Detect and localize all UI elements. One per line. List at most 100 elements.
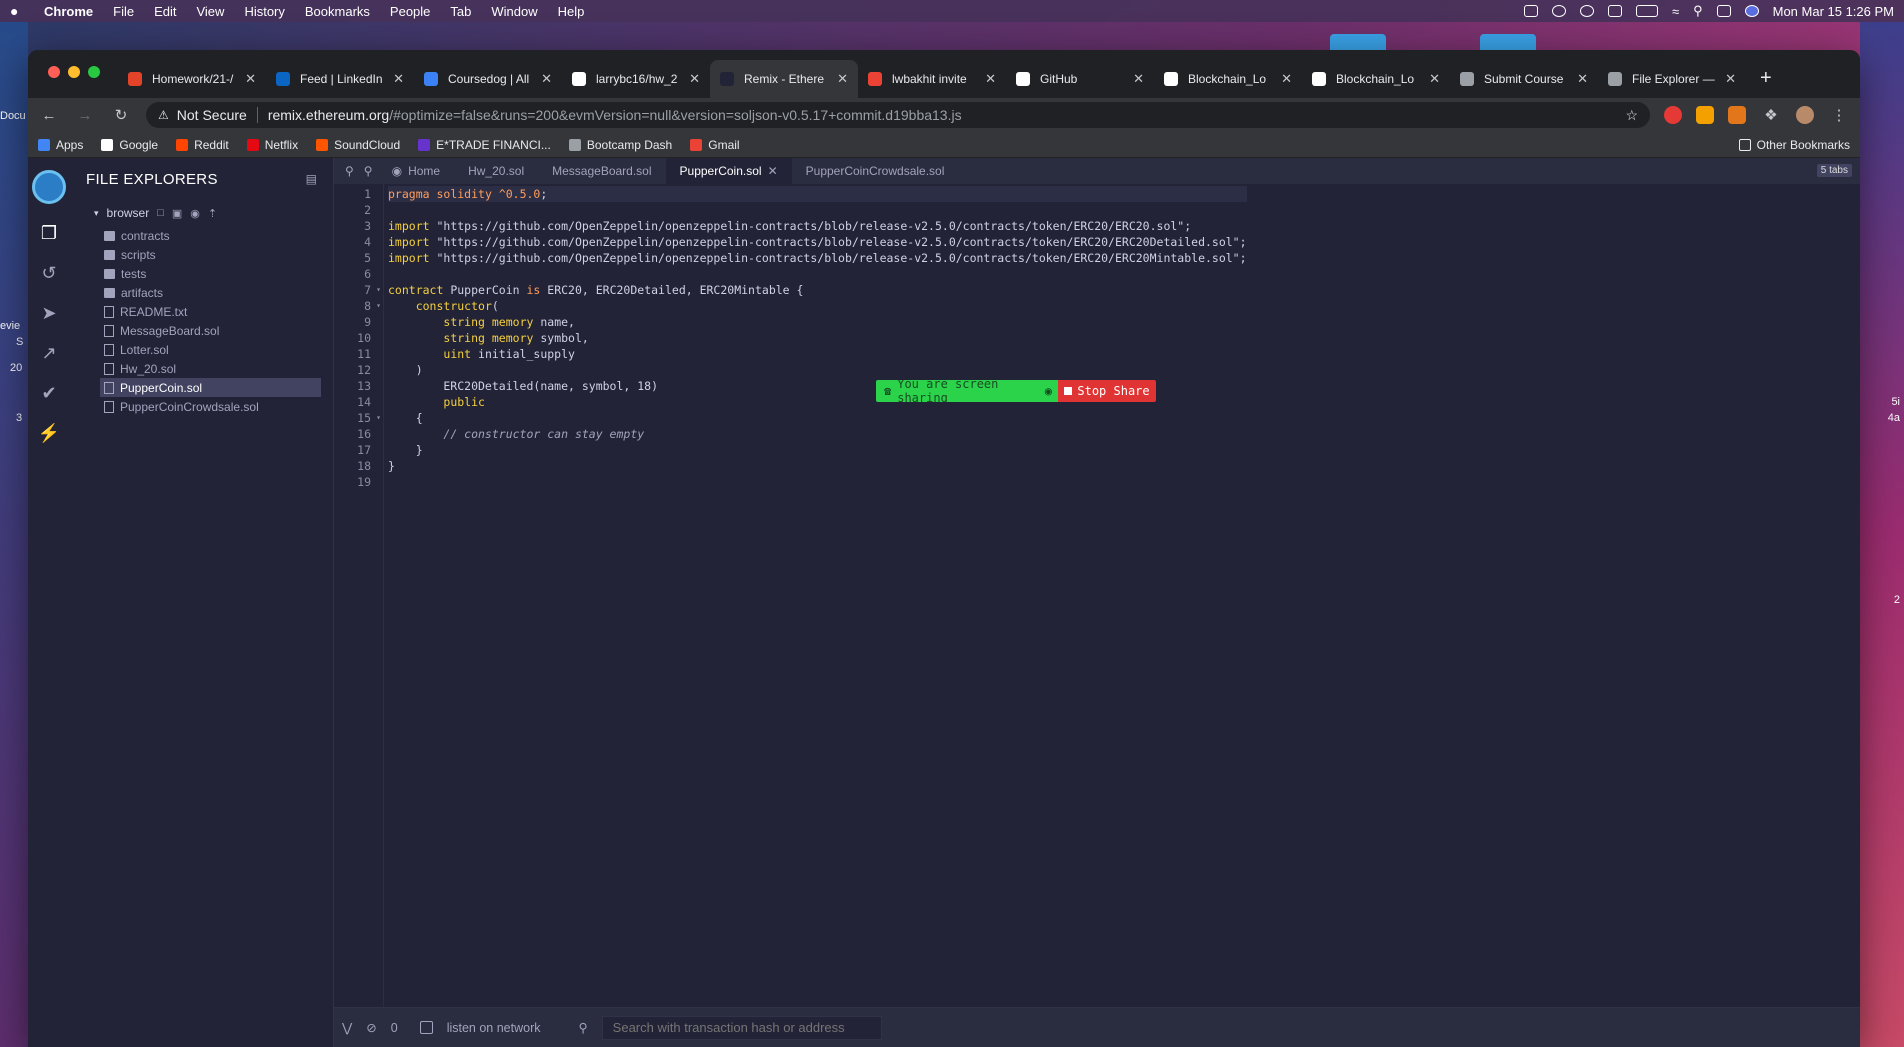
menu-tab[interactable]: Tab <box>450 4 471 19</box>
menu-file[interactable]: File <box>113 4 134 19</box>
kebab-menu-icon[interactable]: ⋮ <box>1828 106 1850 124</box>
code-line[interactable]: import "https://github.com/OpenZeppelin/… <box>388 250 1247 266</box>
code-line[interactable]: string memory symbol, <box>388 330 1247 346</box>
editor-tab[interactable]: PupperCoinCrowdsale.sol <box>792 158 959 184</box>
code-line[interactable]: string memory name, <box>388 314 1247 330</box>
code-line[interactable]: constructor( <box>388 298 1247 314</box>
code-lines[interactable]: pragma solidity ^0.5.0; import "https://… <box>384 184 1247 1007</box>
editor-tab[interactable]: Hw_20.sol <box>454 158 538 184</box>
menu-help[interactable]: Help <box>558 4 585 19</box>
bookmark-item[interactable]: Apps <box>38 138 83 152</box>
listen-network-checkbox[interactable] <box>419 1021 433 1034</box>
code-line[interactable]: // constructor can stay empty <box>388 426 1247 442</box>
close-tab-icon[interactable]: ✕ <box>768 164 778 178</box>
code-line[interactable]: } <box>388 458 1247 474</box>
close-tab-icon[interactable]: ✕ <box>837 71 848 87</box>
bookmark-item[interactable]: Google <box>101 138 158 152</box>
browser-tab[interactable]: larrybc16/hw_2 ✕ <box>562 60 710 98</box>
browser-tab[interactable]: Submit Course ✕ <box>1450 60 1598 98</box>
collapse-terminal-icon[interactable]: ⋁ <box>342 1020 352 1035</box>
new-file-icon[interactable]: □ <box>157 207 164 219</box>
bookmark-item[interactable]: Bootcamp Dash <box>568 138 672 152</box>
solidity-compiler-icon[interactable]: ↺ <box>38 262 60 284</box>
minimize-window-button[interactable] <box>68 66 80 78</box>
folder-item[interactable]: scripts <box>70 245 333 264</box>
browser-tab[interactable]: Blockchain_Lo ✕ <box>1302 60 1450 98</box>
address-bar[interactable]: ⚠ Not Secure remix.ethereum.org/#optimiz… <box>146 102 1650 128</box>
code-line[interactable]: ) <box>388 362 1247 378</box>
file-item[interactable]: Lotter.sol <box>70 340 333 359</box>
bookmark-item[interactable]: Gmail <box>690 138 740 152</box>
control-center-icon[interactable] <box>1716 5 1731 17</box>
close-tab-icon[interactable]: ✕ <box>1725 71 1736 87</box>
reload-icon[interactable]: ↻ <box>110 106 132 124</box>
code-line[interactable]: pragma solidity ^0.5.0; <box>388 186 1247 202</box>
browser-tab[interactable]: Homework/21-/ ✕ <box>118 60 266 98</box>
file-explorer-icon[interactable]: ❐ <box>38 222 60 244</box>
play-icon[interactable] <box>1579 5 1594 17</box>
close-tab-icon[interactable]: ✕ <box>689 71 700 87</box>
profile-avatar[interactable] <box>1796 106 1814 124</box>
display-icon[interactable] <box>1607 5 1622 17</box>
close-tab-icon[interactable]: ✕ <box>1429 71 1440 87</box>
menu-bookmarks[interactable]: Bookmarks <box>305 4 370 19</box>
new-folder-icon[interactable]: ▣ <box>172 207 182 220</box>
close-tab-icon[interactable]: ✕ <box>393 71 404 87</box>
zoom-out-icon[interactable]: ⚲ <box>340 164 359 178</box>
menu-view[interactable]: View <box>196 4 224 19</box>
zoom-in-icon[interactable]: ⚲ <box>359 164 378 178</box>
github-gist-icon[interactable]: ◉ <box>190 207 200 220</box>
url-host[interactable]: remix.ethereum.org <box>268 107 389 123</box>
folder-item[interactable]: tests <box>70 264 333 283</box>
close-tab-icon[interactable]: ✕ <box>245 71 256 87</box>
bookmark-item[interactable]: Reddit <box>176 138 229 152</box>
code-line[interactable]: import "https://github.com/OpenZeppelin/… <box>388 234 1247 250</box>
extension-icon[interactable] <box>1664 106 1682 124</box>
bookmark-item[interactable]: SoundCloud <box>316 138 400 152</box>
deploy-run-icon[interactable]: ➤ <box>38 302 60 324</box>
caret-down-icon[interactable]: ▾ <box>94 208 99 219</box>
browser-tab[interactable]: Coursedog | All ✕ <box>414 60 562 98</box>
battery-icon[interactable] <box>1635 5 1658 17</box>
spotlight-search-icon[interactable]: ⚲ <box>1693 3 1703 19</box>
remix-logo-icon[interactable] <box>32 170 66 204</box>
stop-share-button[interactable]: Stop Share <box>1058 380 1156 402</box>
back-arrow-icon[interactable]: ← <box>38 107 60 124</box>
code-line[interactable] <box>388 474 1247 490</box>
screen-sharing-status[interactable]: ☎ You are screen sharing ◉ <box>876 380 1058 402</box>
editor-tab[interactable]: ◉ Home <box>378 158 455 184</box>
file-item[interactable]: Hw_20.sol <box>70 359 333 378</box>
file-item[interactable]: MessageBoard.sol <box>70 321 333 340</box>
code-line[interactable]: import "https://github.com/OpenZeppelin/… <box>388 218 1247 234</box>
close-tab-icon[interactable]: ✕ <box>985 71 996 87</box>
code-line[interactable] <box>388 266 1247 282</box>
close-tab-icon[interactable]: ✕ <box>1577 71 1588 87</box>
file-item[interactable]: PupperCoin.sol <box>100 378 321 397</box>
close-tab-icon[interactable]: ✕ <box>541 71 552 87</box>
new-tab-button[interactable]: + <box>1746 67 1786 98</box>
menu-window[interactable]: Window <box>491 4 537 19</box>
forward-arrow-icon[interactable]: → <box>74 107 96 124</box>
panel-book-icon[interactable]: ▤ <box>306 172 317 186</box>
metamask-fox-icon[interactable] <box>1728 106 1746 124</box>
browser-tab[interactable]: lwbakhit invite ✕ <box>858 60 1006 98</box>
browser-root-label[interactable]: browser <box>107 206 150 220</box>
code-line[interactable]: uint initial_supply <box>388 346 1247 362</box>
browser-tab[interactable]: GitHub ✕ <box>1006 60 1154 98</box>
close-window-button[interactable] <box>48 66 60 78</box>
transaction-search-input[interactable] <box>601 1015 882 1040</box>
menu-app[interactable]: Chrome <box>44 4 93 19</box>
editor-tab[interactable]: MessageBoard.sol <box>538 158 665 184</box>
code-line[interactable]: { <box>388 410 1247 426</box>
security-label[interactable]: Not Secure <box>177 107 258 123</box>
upload-icon[interactable]: ⇡ <box>208 207 217 220</box>
plugin-manager-icon[interactable]: ⚡ <box>38 422 60 444</box>
tab-count-dropdown[interactable]: 5 tabs <box>1816 164 1852 177</box>
browser-tab[interactable]: File Explorer — ✕ <box>1598 60 1746 98</box>
testing-check-icon[interactable]: ✔ <box>38 382 60 404</box>
wifi-icon[interactable]: ≈ <box>1672 4 1679 19</box>
browser-tab[interactable]: Feed | LinkedIn ✕ <box>266 60 414 98</box>
file-item[interactable]: README.txt <box>70 302 333 321</box>
browser-tab[interactable]: Remix - Ethere ✕ <box>710 60 858 98</box>
zoom-status-icon[interactable] <box>1523 5 1538 17</box>
